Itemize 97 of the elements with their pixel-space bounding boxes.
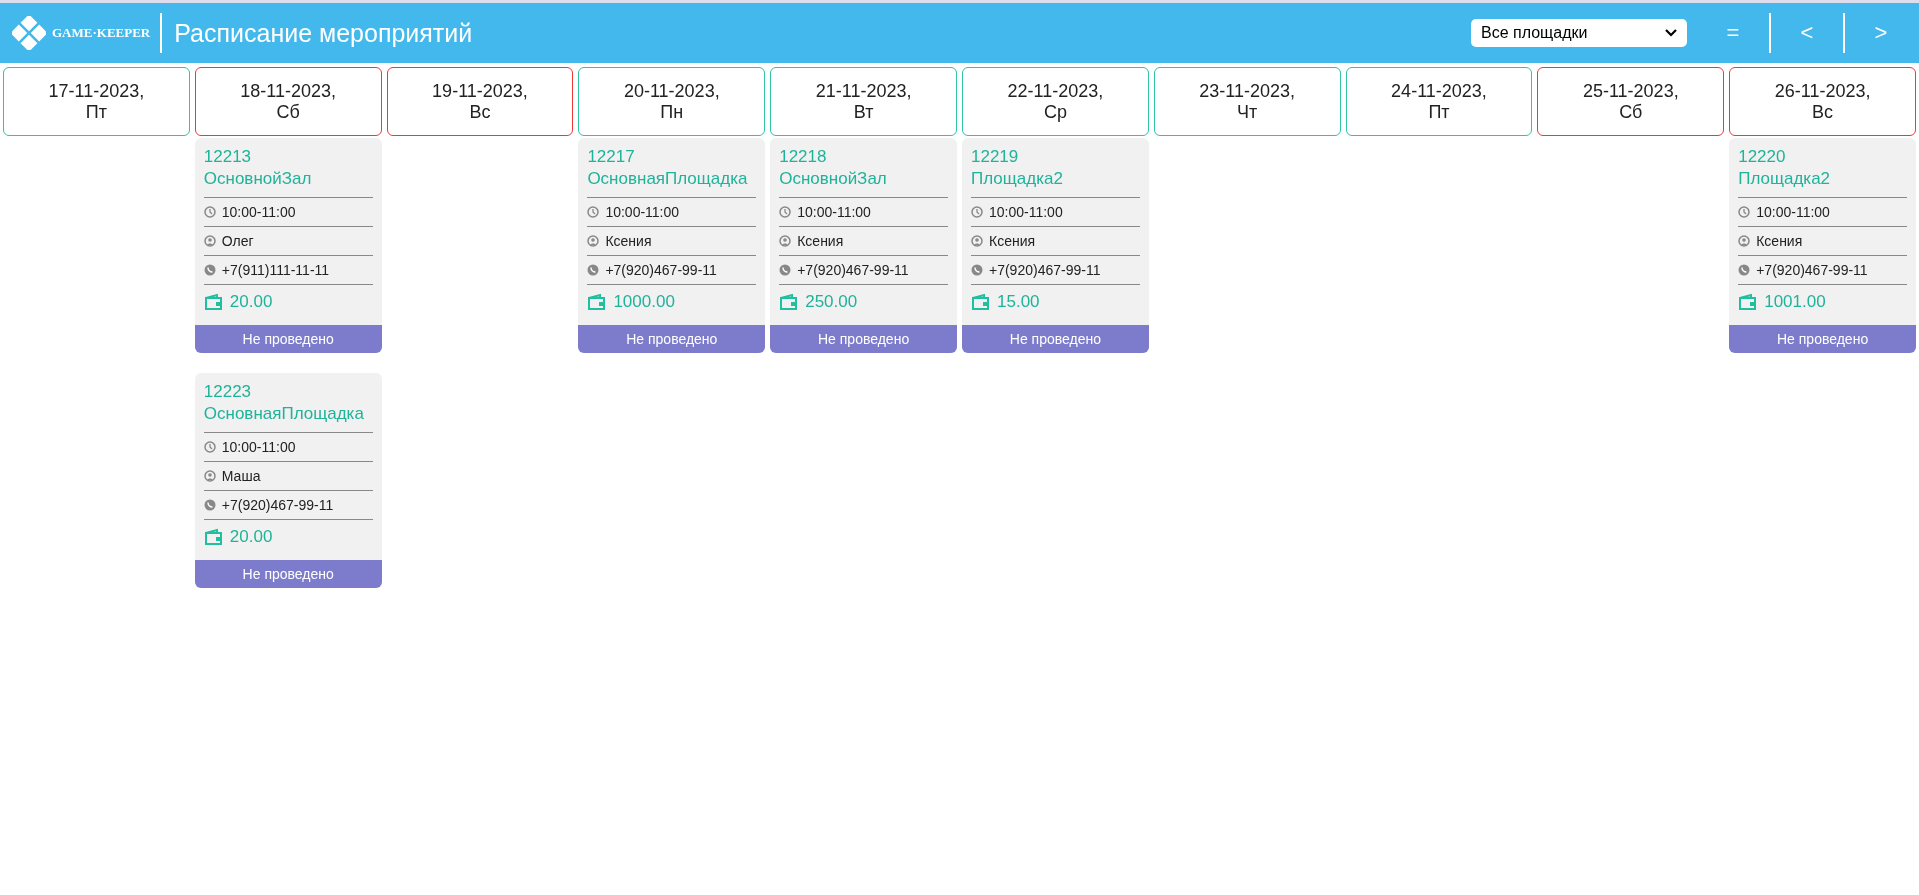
phone-icon bbox=[587, 264, 600, 276]
event-id: 12223 bbox=[203, 381, 253, 403]
person-icon bbox=[203, 235, 216, 247]
clock-icon bbox=[203, 206, 216, 218]
event-id: 12219 bbox=[971, 146, 1020, 168]
event-id: 12213 bbox=[203, 146, 253, 168]
day-date: 25-11-2023, bbox=[1582, 80, 1679, 102]
event-time: 10:00-11:00 bbox=[605, 204, 680, 220]
status-label: Не проведено bbox=[578, 325, 766, 353]
day-weekday: Ср bbox=[1043, 101, 1067, 123]
event-card[interactable]: 12217 ОсновнаяПлощадка 10:00-11:00 Ксения +7(920)467-99-11 1000.00 Не проведено bbox=[578, 138, 766, 353]
event-phone: +7(920)467-99-11 bbox=[1756, 262, 1868, 278]
event-venue: Площадка2 bbox=[971, 168, 1140, 198]
event-phone: +7(920)467-99-11 bbox=[221, 497, 334, 513]
phone-icon bbox=[203, 264, 216, 276]
status-label: Не проведено bbox=[194, 325, 382, 353]
person-icon bbox=[779, 235, 792, 247]
day-weekday: Вс bbox=[469, 101, 491, 123]
day-weekday: Вт bbox=[853, 101, 874, 123]
clock-icon bbox=[971, 206, 983, 218]
wallet-icon bbox=[587, 293, 608, 311]
phone-icon bbox=[203, 499, 216, 511]
event-person: Маша bbox=[221, 468, 261, 484]
day-date: 23-11-2023, bbox=[1199, 80, 1296, 102]
wallet-icon bbox=[203, 293, 224, 311]
event-venue: Площадка2 bbox=[1738, 168, 1907, 198]
event-time: 10:00-11:00 bbox=[989, 204, 1063, 220]
event-card[interactable]: 12213 ОсновнойЗал 10:00-11:00 Олег +7(911)111-11-11 20.00 Не проведено bbox=[194, 138, 382, 353]
clock-icon bbox=[779, 206, 792, 218]
event-card[interactable]: 12218 ОсновнойЗал 10:00-11:00 Ксения +7(920)467-99-11 250.00 Не проведено bbox=[770, 138, 957, 353]
event-card[interactable]: 12219 Площадка2 10:00-11:00 Ксения +7(920)467-99-11 15.00 Не проведено bbox=[962, 138, 1149, 353]
day-date: 19-11-2023, bbox=[432, 80, 528, 102]
event-amount: 20.00 bbox=[229, 292, 273, 312]
person-icon bbox=[203, 470, 216, 482]
event-phone: +7(920)467-99-11 bbox=[797, 262, 909, 278]
status-label: Не проведено bbox=[1729, 325, 1916, 353]
event-id: 12217 bbox=[587, 146, 636, 168]
day-weekday: Пт bbox=[1428, 101, 1450, 123]
event-person: Олег bbox=[221, 233, 254, 249]
chevron-icon bbox=[1665, 29, 1677, 37]
person-icon bbox=[1738, 235, 1751, 247]
day-date: 24-11-2023, bbox=[1391, 80, 1487, 102]
event-amount: 15.00 bbox=[997, 292, 1040, 312]
clock-icon bbox=[203, 441, 216, 453]
clock-icon bbox=[1738, 206, 1751, 218]
wallet-icon bbox=[971, 293, 991, 311]
day-date: 20-11-2023, bbox=[623, 80, 720, 102]
event-person: Ксения bbox=[989, 233, 1036, 249]
event-phone: +7(911)111-11-11 bbox=[221, 262, 330, 278]
wallet-icon bbox=[203, 528, 224, 546]
phone-icon bbox=[1738, 264, 1751, 276]
day-weekday: Сб bbox=[1619, 101, 1643, 123]
status-label: Не проведено bbox=[962, 325, 1149, 353]
event-card[interactable]: 12223 ОсновнаяПлощадка 10:00-11:00 Маша +7(920)467-99-11 20.00 Не проведено bbox=[194, 373, 382, 588]
day-date: 26-11-2023, bbox=[1774, 80, 1871, 102]
event-phone: +7(920)467-99-11 bbox=[605, 262, 717, 278]
venue-select[interactable]: Все площадки bbox=[1471, 19, 1687, 47]
event-person: Ксения bbox=[797, 233, 844, 249]
event-time: 10:00-11:00 bbox=[221, 204, 296, 220]
event-person: Ксения bbox=[1756, 233, 1803, 249]
status-label: Не проведено bbox=[770, 325, 957, 353]
event-amount: 1001.00 bbox=[1764, 292, 1826, 312]
wallet-icon bbox=[1738, 293, 1759, 311]
day-date: 18-11-2023, bbox=[240, 80, 337, 102]
status-label: Не проведено bbox=[194, 560, 382, 588]
phone-icon bbox=[779, 264, 792, 276]
event-venue: ОсновнаяПлощадка bbox=[587, 168, 757, 198]
event-person: Ксения bbox=[605, 233, 652, 249]
event-venue: ОсновнаяПлощадка bbox=[203, 403, 373, 433]
event-time: 10:00-11:00 bbox=[797, 204, 871, 220]
person-icon bbox=[971, 235, 983, 247]
event-id: 12220 bbox=[1738, 146, 1787, 168]
wallet-icon bbox=[779, 293, 800, 311]
day-weekday: Пн bbox=[660, 101, 684, 123]
logo-icon bbox=[12, 16, 46, 50]
event-amount: 250.00 bbox=[805, 292, 858, 312]
event-amount: 20.00 bbox=[229, 527, 273, 547]
page-title: Расписание мероприятий bbox=[174, 18, 473, 48]
day-weekday: Вс bbox=[1812, 101, 1834, 123]
day-weekday: Пт bbox=[85, 101, 107, 123]
event-venue: ОсновнойЗал bbox=[779, 168, 948, 198]
day-date: 21-11-2023, bbox=[815, 80, 912, 102]
day-weekday: Чт bbox=[1237, 101, 1258, 123]
event-time: 10:00-11:00 bbox=[221, 439, 296, 455]
event-card[interactable]: 12220 Площадка2 10:00-11:00 Ксения +7(920)467-99-11 1001.00 Не проведено bbox=[1729, 138, 1916, 353]
clock-icon bbox=[587, 206, 600, 218]
event-venue: ОсновнойЗал bbox=[203, 168, 373, 198]
event-amount: 1000.00 bbox=[613, 292, 675, 312]
day-weekday: Сб bbox=[276, 101, 300, 123]
day-date: 17-11-2023, bbox=[48, 80, 145, 102]
event-phone: +7(920)467-99-11 bbox=[989, 262, 1101, 278]
phone-icon bbox=[971, 264, 983, 276]
logo-text: GAME·KEEPER bbox=[52, 25, 151, 41]
event-id: 12218 bbox=[779, 146, 828, 168]
event-time: 10:00-11:00 bbox=[1756, 204, 1830, 220]
person-icon bbox=[587, 235, 600, 247]
day-date: 22-11-2023, bbox=[1007, 80, 1104, 102]
